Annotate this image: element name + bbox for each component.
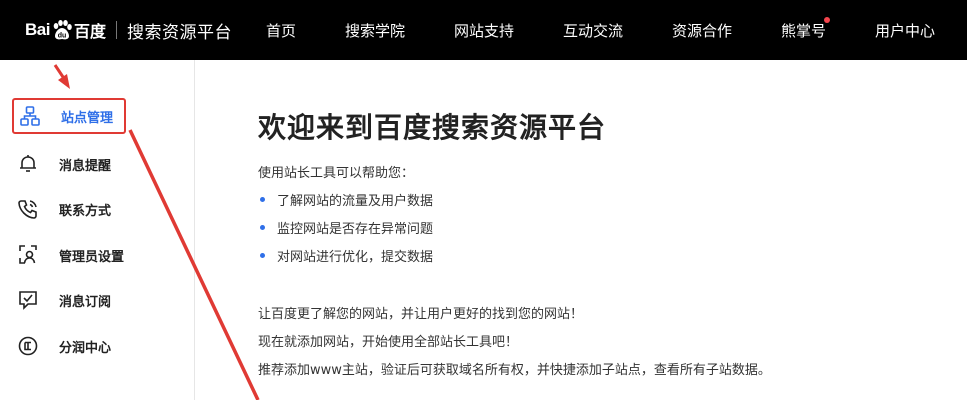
page-title: 欢迎来到百度搜索资源平台 bbox=[258, 111, 607, 144]
nav-home[interactable]: 首页 bbox=[266, 0, 296, 60]
sitemap-icon bbox=[18, 104, 42, 128]
sidebar-item-admin-settings[interactable]: 管理员设置 bbox=[12, 237, 126, 273]
sidebar-item-label: 站点管理 bbox=[61, 110, 114, 126]
platform-title: 搜索资源平台 bbox=[126, 22, 232, 43]
nav-xiongzhang[interactable]: 熊掌号 bbox=[781, 0, 830, 60]
nav-site-support-label: 网站支持 bbox=[454, 21, 515, 40]
bell-icon bbox=[16, 152, 40, 176]
sidebar-item-label: 分润中心 bbox=[59, 340, 112, 356]
nav-cooperation-label: 资源合作 bbox=[672, 21, 733, 40]
nav-user-center-label: 用户中心 bbox=[875, 21, 936, 40]
description-line-3: 推荐添加www主站，验证后可获取域名所有权，并快捷添加子站点，查看所有子站数据。 bbox=[258, 363, 771, 378]
description-line-2: 现在就添加网站，开始使用全部站长工具吧！ bbox=[258, 335, 519, 350]
revenue-icon bbox=[16, 334, 40, 358]
logo-divider bbox=[115, 21, 117, 39]
sidebar-item-site-management[interactable]: 站点管理 bbox=[12, 98, 126, 134]
nav-search-academy[interactable]: 搜索学院 bbox=[345, 0, 405, 60]
nav-search-academy-label: 搜索学院 bbox=[345, 21, 406, 40]
sidebar-item-contact[interactable]: 联系方式 bbox=[12, 191, 126, 227]
list-item-text: 监控网站是否存在异常问题 bbox=[277, 222, 434, 237]
nav-user-center[interactable]: 用户中心 bbox=[875, 0, 935, 60]
logo-text-baidu: 百度 bbox=[73, 22, 106, 41]
nav-home-label: 首页 bbox=[266, 21, 297, 40]
nav-site-support[interactable]: 网站支持 bbox=[454, 0, 514, 60]
description-line-1: 让百度更了解您的网站，并让用户更好的找到您的网站！ bbox=[258, 307, 584, 322]
list-item: 监控网站是否存在异常问题 bbox=[258, 218, 433, 237]
nav-community-label: 互动交流 bbox=[563, 21, 624, 40]
list-item-text: 了解网站的流量及用户数据 bbox=[277, 194, 434, 209]
sidebar-item-label: 联系方式 bbox=[59, 203, 112, 219]
sidebar-item-notifications[interactable]: 消息提醒 bbox=[12, 146, 126, 182]
notification-dot bbox=[824, 17, 830, 23]
sidebar-item-revenue-center[interactable]: 分润中心 bbox=[12, 328, 126, 364]
baidu-logo[interactable]: Bai du 百度 搜索资源平台 bbox=[25, 15, 232, 45]
nav-cooperation[interactable]: 资源合作 bbox=[672, 0, 732, 60]
list-item: 对网站进行优化，提交数据 bbox=[258, 246, 433, 265]
svg-text:du: du bbox=[58, 33, 67, 40]
top-navigation-bar: Bai du 百度 搜索资源平台 首页 搜索学院 网站支持 互动交流 资源合作 … bbox=[0, 0, 967, 60]
sidebar-item-subscriptions[interactable]: 消息订阅 bbox=[12, 282, 126, 318]
sidebar-item-label: 消息订阅 bbox=[59, 294, 112, 310]
subscribe-icon bbox=[16, 288, 40, 312]
nav-xiongzhang-label: 熊掌号 bbox=[781, 21, 827, 40]
nav-community[interactable]: 互动交流 bbox=[563, 0, 623, 60]
sidebar-item-label: 管理员设置 bbox=[59, 249, 125, 265]
list-item-text: 对网站进行优化，提交数据 bbox=[277, 250, 434, 265]
admin-icon bbox=[16, 243, 40, 267]
paw-icon: du bbox=[53, 20, 72, 40]
phone-icon bbox=[16, 197, 40, 221]
intro-text: 使用站长工具可以帮助您： bbox=[258, 166, 415, 181]
logo-text-bai: Bai bbox=[25, 20, 50, 39]
list-item: 了解网站的流量及用户数据 bbox=[258, 190, 433, 209]
sidebar-item-label: 消息提醒 bbox=[59, 158, 112, 174]
